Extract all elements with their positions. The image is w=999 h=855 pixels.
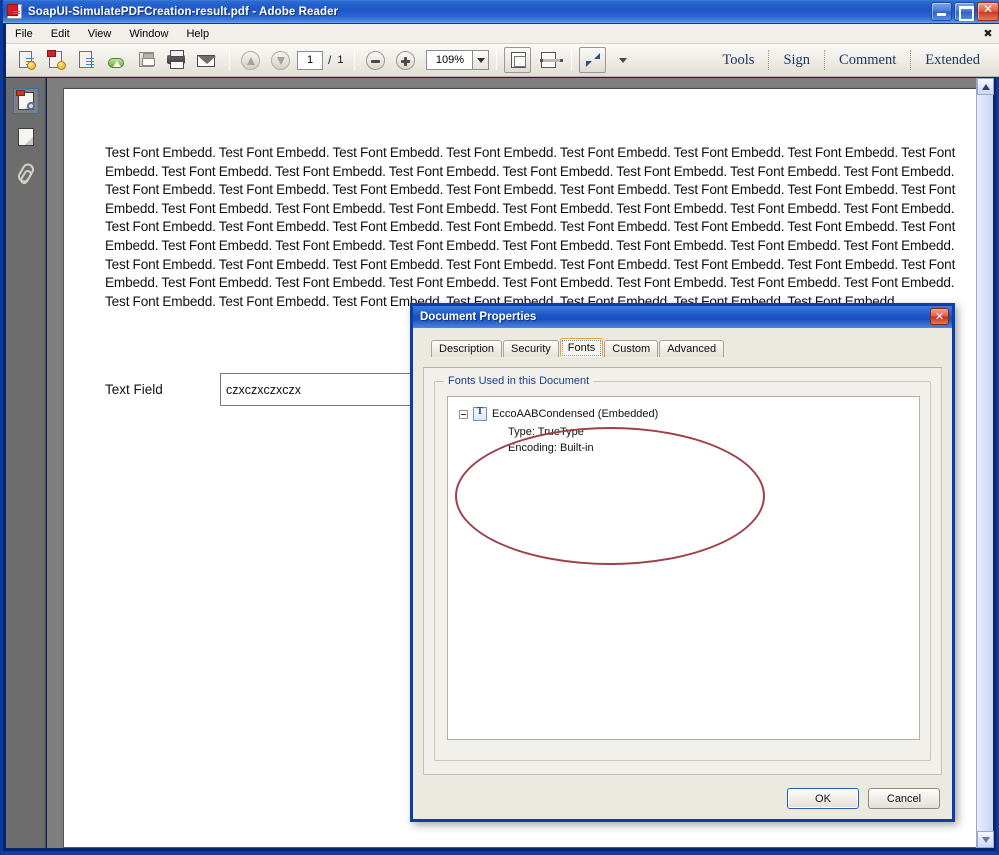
- zoom-in-button[interactable]: [392, 47, 419, 73]
- create-pdf-icon[interactable]: [42, 47, 69, 73]
- font-tree-root[interactable]: EccoAABCondensed (Embedded): [459, 406, 659, 421]
- open-file-icon[interactable]: [12, 47, 39, 73]
- edit-pdf-icon[interactable]: [72, 47, 99, 73]
- close-button[interactable]: [977, 2, 999, 21]
- fonts-tab-panel: Fonts Used in this Document EccoAABConde…: [423, 367, 942, 775]
- menu-item-help[interactable]: Help: [178, 26, 217, 42]
- save-icon[interactable]: [132, 47, 159, 73]
- sidebar-item-pages[interactable]: [13, 124, 39, 150]
- task-divider-2: [824, 50, 826, 70]
- sidebar-item-page-thumbnails[interactable]: [12, 88, 39, 114]
- tab-advanced[interactable]: Advanced: [659, 340, 725, 357]
- dialog-title-bar: Document Properties: [413, 306, 952, 328]
- upload-cloud-icon[interactable]: [102, 47, 129, 73]
- zoom-dropdown-button[interactable]: [472, 50, 490, 70]
- navigation-pane: [6, 78, 46, 848]
- menu-item-file[interactable]: File: [7, 26, 41, 42]
- tab-fonts[interactable]: Fonts: [559, 338, 604, 357]
- read-mode-icon[interactable]: [579, 47, 607, 73]
- comment-button[interactable]: Comment: [828, 50, 907, 71]
- window-controls: [931, 2, 999, 21]
- font-name-label: EccoAABCondensed (Embedded): [492, 408, 659, 420]
- fit-width-icon[interactable]: [534, 47, 563, 73]
- document-properties-dialog: Document Properties Description Security…: [410, 303, 955, 822]
- previous-page-button[interactable]: [237, 47, 264, 73]
- sign-button[interactable]: Sign: [772, 50, 821, 71]
- truetype-font-icon: [473, 406, 487, 421]
- menu-bar: File Edit View Window Help ✖: [6, 24, 999, 44]
- task-divider-1: [768, 50, 770, 70]
- toolbar-divider-2: [354, 50, 356, 70]
- page-number-input[interactable]: 1: [297, 50, 323, 70]
- font-type-label: Type: TrueType: [508, 426, 584, 438]
- task-divider-3: [910, 50, 912, 70]
- next-page-button[interactable]: [267, 47, 294, 73]
- menu-item-window[interactable]: Window: [121, 26, 176, 42]
- menu-item-edit[interactable]: Edit: [43, 26, 78, 42]
- extended-button[interactable]: Extended: [914, 50, 991, 71]
- sidebar-item-attachments[interactable]: [13, 160, 39, 186]
- close-document-icon[interactable]: ✖: [979, 25, 997, 42]
- dialog-body: Description Security Fonts Custom Advanc…: [413, 328, 952, 819]
- fonts-group-box: Fonts Used in this Document EccoAABConde…: [434, 375, 931, 761]
- dialog-title: Document Properties: [420, 311, 537, 323]
- tab-custom[interactable]: Custom: [604, 340, 659, 357]
- zoom-out-button[interactable]: [362, 47, 389, 73]
- toolbar-divider: [229, 50, 230, 70]
- document-body-text: Test Font Embedd. Test Font Embedd. Test…: [105, 145, 956, 309]
- zoom-level-input[interactable]: 109%: [426, 50, 473, 70]
- print-icon[interactable]: [162, 47, 189, 73]
- dialog-button-row: OK Cancel: [787, 788, 940, 809]
- menu-item-view[interactable]: View: [80, 26, 120, 42]
- ok-button[interactable]: OK: [787, 788, 859, 809]
- fit-page-icon[interactable]: [504, 47, 532, 73]
- pdf-document-icon: [7, 3, 23, 20]
- main-toolbar: 1 / 1 109% Tools Sign Comment Extended: [6, 44, 999, 77]
- page-separator: /: [328, 53, 332, 67]
- tab-description[interactable]: Description: [431, 340, 503, 357]
- fonts-group-label: Fonts Used in this Document: [444, 375, 594, 387]
- tools-button[interactable]: Tools: [711, 50, 765, 71]
- cancel-button[interactable]: Cancel: [868, 788, 940, 809]
- text-field-label: Text Field: [105, 382, 163, 397]
- page-total-label: 1: [337, 54, 344, 66]
- font-encoding-label: Encoding: Built-in: [508, 442, 594, 454]
- toolbar-divider-4: [571, 50, 573, 70]
- dialog-close-icon[interactable]: [930, 308, 949, 325]
- fonts-list[interactable]: EccoAABCondensed (Embedded) Type: TrueTy…: [447, 396, 920, 740]
- collapse-minus-icon[interactable]: [459, 409, 468, 419]
- toolbar-divider-3: [496, 50, 498, 70]
- scroll-up-button[interactable]: [977, 78, 994, 95]
- toolbar-task-buttons: Tools Sign Comment Extended: [711, 50, 999, 71]
- window-title: SoapUI-SimulatePDFCreation-result.pdf - …: [28, 5, 339, 18]
- email-icon[interactable]: [192, 47, 219, 73]
- toolbar-overflow-icon[interactable]: [609, 47, 636, 73]
- vertical-scrollbar[interactable]: [976, 78, 994, 848]
- scroll-down-button[interactable]: [977, 831, 994, 848]
- minimize-button[interactable]: [931, 2, 952, 21]
- title-bar: SoapUI-SimulatePDFCreation-result.pdf - …: [3, 0, 999, 24]
- maximize-button[interactable]: [954, 2, 975, 21]
- adobe-reader-window: SoapUI-SimulatePDFCreation-result.pdf - …: [0, 0, 999, 855]
- tab-security[interactable]: Security: [503, 340, 559, 357]
- dialog-tabs: Description Security Fonts Custom Advanc…: [431, 338, 942, 357]
